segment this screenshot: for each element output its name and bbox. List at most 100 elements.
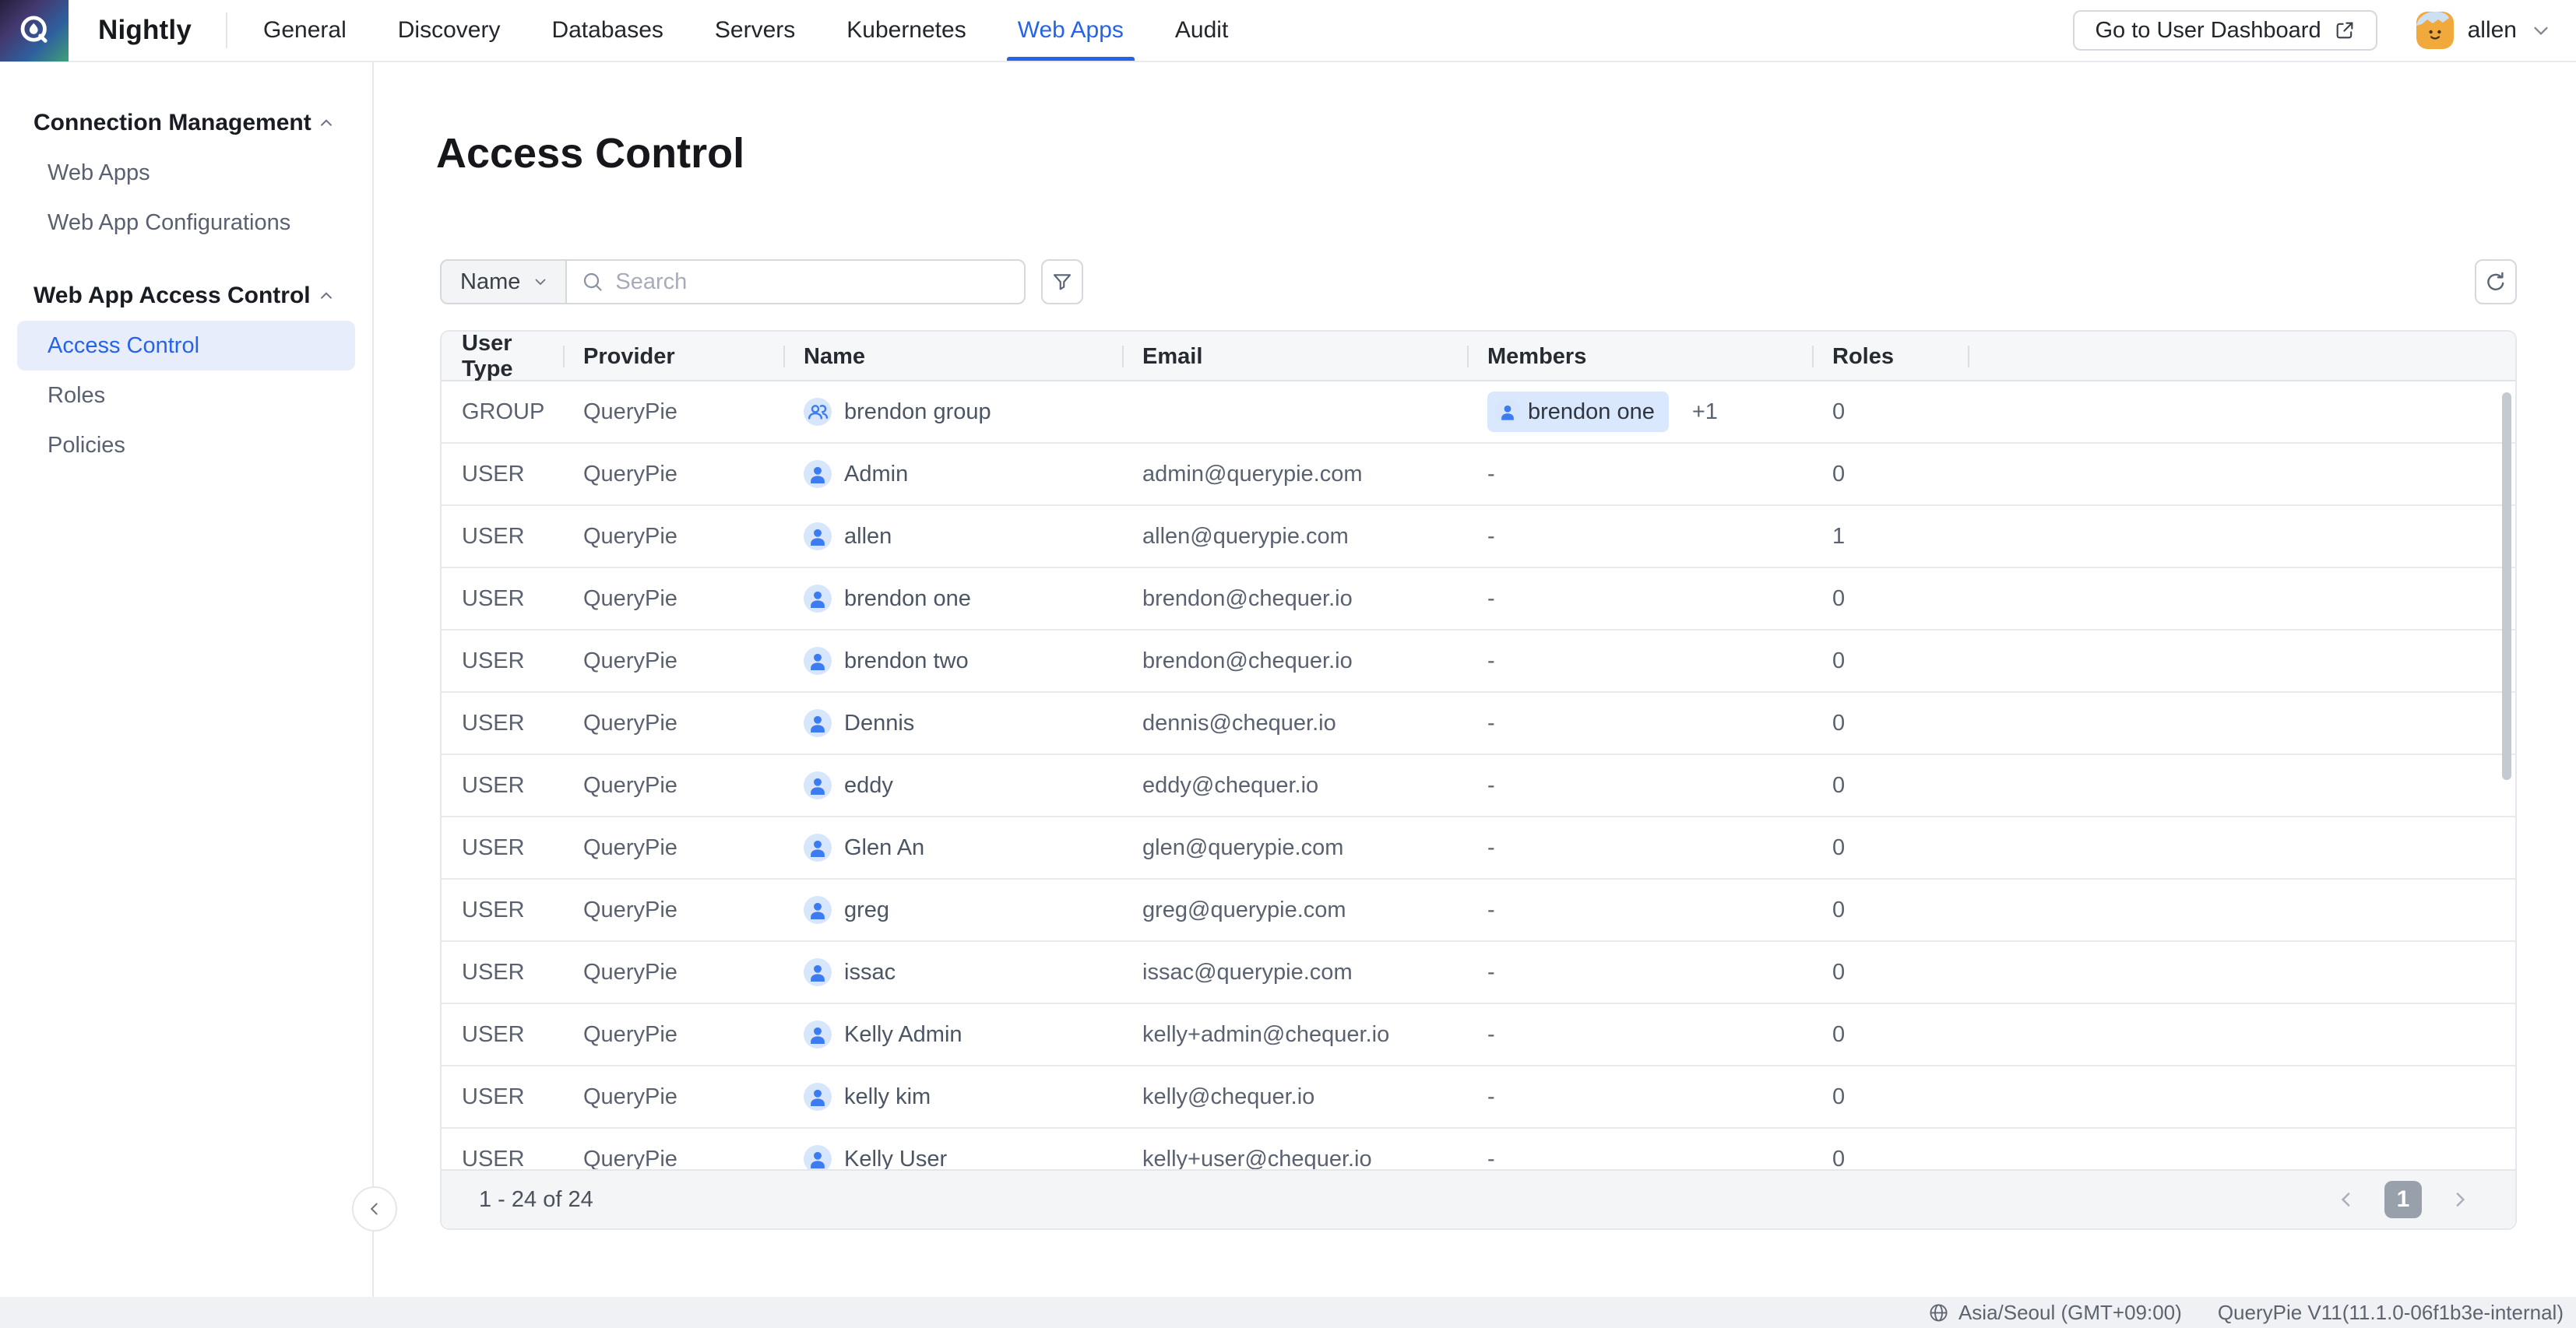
sidebar-item-web-app-configurations[interactable]: Web App Configurations: [0, 198, 372, 248]
go-to-user-dashboard-label: Go to User Dashboard: [2095, 18, 2321, 44]
cell-provider: QueryPie: [563, 462, 783, 487]
topnav-items: General Discovery Databases Servers Kubernet…: [263, 0, 1228, 61]
table-row[interactable]: USERQueryPiegreggreg@querypie.com-0: [442, 880, 2515, 942]
topnav-item-audit[interactable]: Audit: [1175, 0, 1228, 61]
members-overflow-count: +1: [1692, 399, 1718, 425]
cell-members: -: [1467, 1022, 1812, 1048]
cell-email: dennis@chequer.io: [1122, 711, 1467, 736]
status-footer: Asia/Seoul (GMT+09:00) QueryPie V11(11.1…: [0, 1297, 2576, 1328]
table-row[interactable]: USERQueryPiekelly kimkelly@chequer.io-0: [442, 1066, 2515, 1129]
user-name[interactable]: allen: [2468, 17, 2517, 44]
cell-roles: 0: [1812, 399, 1968, 425]
table-row[interactable]: USERQueryPieissacissac@querypie.com-0: [442, 942, 2515, 1004]
go-to-user-dashboard-button[interactable]: Go to User Dashboard: [2073, 10, 2377, 51]
cell-members: -: [1467, 462, 1812, 487]
cell-email: greg@querypie.com: [1122, 898, 1467, 923]
table-row[interactable]: USERQueryPieAdminadmin@querypie.com-0: [442, 444, 2515, 506]
cell-email: admin@querypie.com: [1122, 462, 1467, 487]
table-row[interactable]: USERQueryPieKelly Adminkelly+admin@chequ…: [442, 1004, 2515, 1066]
topnav-item-kubernetes[interactable]: Kubernetes: [846, 0, 966, 61]
page-1-button[interactable]: 1: [2384, 1181, 2422, 1218]
sidebar-section-title[interactable]: Web App Access Control: [0, 271, 372, 321]
table-row[interactable]: USERQueryPiebrendon onebrendon@chequer.i…: [442, 568, 2515, 631]
cell-provider: QueryPie: [563, 648, 783, 674]
person-avatar-icon: [804, 771, 832, 799]
filter-field-select[interactable]: Name: [440, 259, 567, 304]
cell-provider: QueryPie: [563, 898, 783, 923]
filter-button[interactable]: [1041, 259, 1083, 304]
cell-members: brendon one +1: [1467, 392, 1812, 432]
sidebar-collapse-button[interactable]: [352, 1186, 397, 1231]
cell-name: Kelly Admin: [783, 1021, 1122, 1049]
user-menu-chevron-down-icon[interactable]: [2529, 19, 2553, 42]
column-header-provider: Provider: [563, 332, 783, 381]
topnav-item-discovery[interactable]: Discovery: [398, 0, 501, 61]
search-icon: [581, 270, 604, 293]
brand-title: Nightly: [98, 15, 192, 46]
cell-provider: QueryPie: [563, 586, 783, 612]
person-avatar-icon: [804, 585, 832, 613]
cell-members: -: [1467, 773, 1812, 799]
table-row[interactable]: USERQueryPieDennisdennis@chequer.io-0: [442, 693, 2515, 755]
cell-name: brendon group: [783, 398, 1122, 426]
previous-page-chevron-left-icon[interactable]: [2335, 1188, 2358, 1211]
cell-email: glen@querypie.com: [1122, 835, 1467, 861]
sidebar-section-connection-management: Connection ManagementWeb AppsWeb App Con…: [0, 98, 372, 248]
column-header-empty: [1968, 332, 2515, 381]
cell-user-type: USER: [442, 898, 563, 923]
member-avatar-icon: [1495, 399, 1520, 424]
cell-name: Glen An: [783, 834, 1122, 862]
member-chip[interactable]: brendon one: [1487, 392, 1669, 432]
cell-roles: 0: [1812, 898, 1968, 923]
table-row[interactable]: USERQueryPieeddyeddy@chequer.io-0: [442, 755, 2515, 817]
page-title: Access Control: [436, 129, 744, 177]
column-header-members: Members: [1467, 332, 1812, 381]
querypie-logo-icon: [16, 12, 52, 48]
sidebar-item-access-control[interactable]: Access Control: [17, 321, 355, 371]
name-label: greg: [844, 898, 889, 923]
cell-members: -: [1467, 1084, 1812, 1110]
table-scrollbar[interactable]: [2502, 392, 2511, 780]
cell-provider: QueryPie: [563, 1084, 783, 1110]
topnav-item-servers[interactable]: Servers: [715, 0, 795, 61]
member-chip-label: brendon one: [1528, 399, 1655, 425]
table-row[interactable]: GROUPQueryPiebrendon group brendon one +1 0: [442, 381, 2515, 444]
table-row[interactable]: USERQueryPieallenallen@querypie.com-1: [442, 506, 2515, 568]
cell-roles: 0: [1812, 960, 1968, 985]
refresh-button[interactable]: [2475, 259, 2517, 304]
pagination-controls: 1: [2335, 1181, 2472, 1218]
sidebar: Connection ManagementWeb AppsWeb App Con…: [0, 62, 374, 1297]
name-label: eddy: [844, 773, 893, 799]
cell-provider: QueryPie: [563, 399, 783, 425]
cell-user-type: GROUP: [442, 399, 563, 425]
user-avatar[interactable]: [2416, 12, 2454, 49]
cell-members: -: [1467, 648, 1812, 674]
sidebar-item-web-apps[interactable]: Web Apps: [0, 148, 372, 198]
table-row[interactable]: USERQueryPiebrendon twobrendon@chequer.i…: [442, 631, 2515, 693]
cell-user-type: USER: [442, 648, 563, 674]
topnav-item-general[interactable]: General: [263, 0, 347, 61]
querypie-logo[interactable]: [0, 0, 69, 61]
sidebar-item-roles[interactable]: Roles: [0, 371, 372, 420]
cell-user-type: USER: [442, 1147, 563, 1172]
sidebar-section-title[interactable]: Connection Management: [0, 98, 372, 148]
person-avatar-icon: [804, 958, 832, 986]
cell-provider: QueryPie: [563, 524, 783, 550]
chevron-up-icon: [316, 286, 336, 306]
search-input[interactable]: [615, 269, 1010, 295]
timezone-label: Asia/Seoul (GMT+09:00): [1958, 1301, 2182, 1325]
sidebar-section-web-app-access-control: Web App Access ControlAccess ControlRole…: [0, 271, 372, 470]
next-page-chevron-right-icon[interactable]: [2448, 1188, 2472, 1211]
topnav-item-databases[interactable]: Databases: [551, 0, 663, 61]
sidebar-item-policies[interactable]: Policies: [0, 420, 372, 470]
cell-members: -: [1467, 524, 1812, 550]
timezone: Asia/Seoul (GMT+09:00): [1928, 1301, 2182, 1325]
cell-members: -: [1467, 835, 1812, 861]
table-row[interactable]: USERQueryPieGlen Anglen@querypie.com-0: [442, 817, 2515, 880]
topnav-item-web-apps[interactable]: Web Apps: [1018, 0, 1124, 61]
pagination-bar: 1 - 24 of 24 1: [442, 1169, 2515, 1228]
column-header-email: Email: [1122, 332, 1467, 381]
name-label: Admin: [844, 462, 908, 487]
cell-name: allen: [783, 522, 1122, 550]
cell-members: -: [1467, 960, 1812, 985]
